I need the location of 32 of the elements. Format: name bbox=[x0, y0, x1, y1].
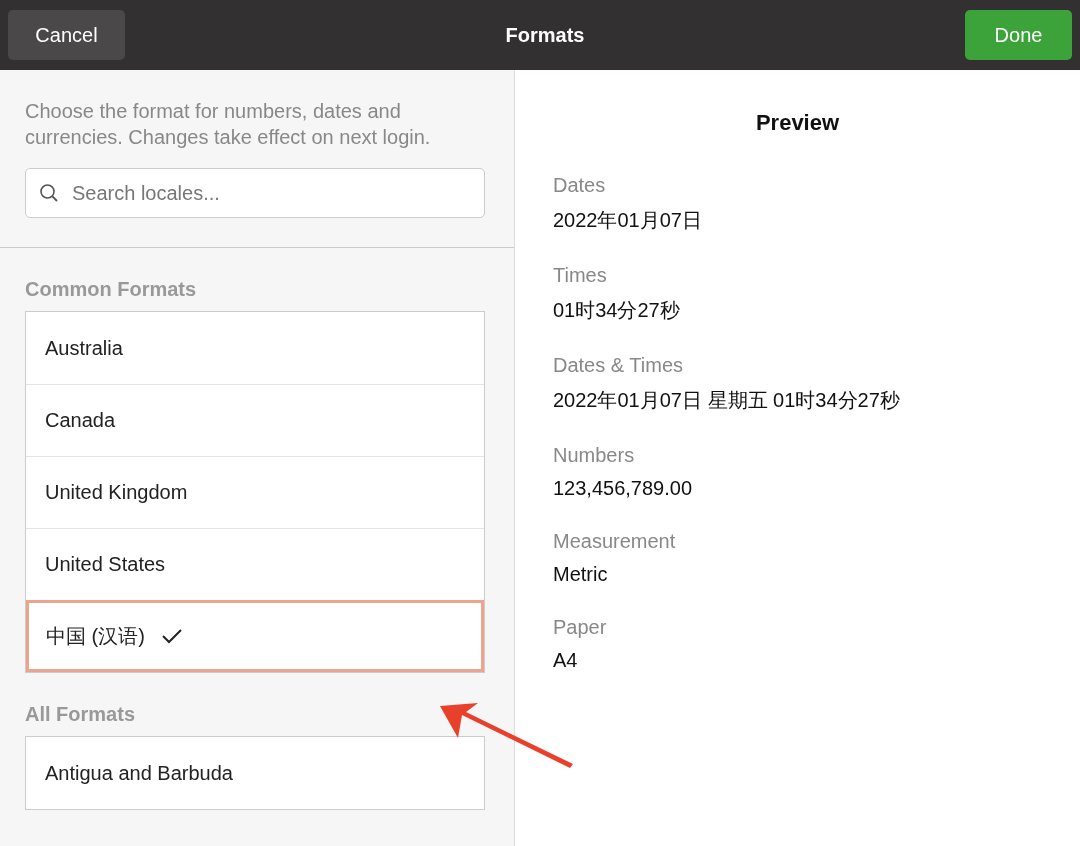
search-field[interactable]: Search locales... bbox=[25, 168, 485, 218]
preview-value: 2022年01月07日 星期五 01时34分27秒 bbox=[553, 388, 901, 413]
locale-item[interactable]: Antigua and Barbuda bbox=[26, 737, 484, 809]
preview-label: Dates bbox=[553, 174, 607, 197]
locale-name: Antigua and Barbuda bbox=[45, 761, 233, 785]
preview-value: 2022年01月07日 bbox=[553, 208, 703, 233]
locale-item[interactable]: United States bbox=[26, 528, 484, 600]
preview-value: 123,456,789.00 bbox=[553, 477, 694, 500]
preview-value: Metric bbox=[553, 563, 609, 586]
locale-name: United Kingdom bbox=[45, 481, 188, 504]
preview-label: Measurement bbox=[553, 530, 677, 553]
preview-label: Times bbox=[553, 264, 608, 287]
locale-item[interactable]: Australia bbox=[26, 312, 484, 384]
preview-title: Preview bbox=[754, 110, 841, 136]
locale-name: Australia bbox=[45, 336, 123, 360]
preview-label: Numbers bbox=[553, 444, 636, 467]
preview-label: Dates & Times bbox=[553, 354, 685, 377]
locale-item[interactable]: United Kingdom bbox=[26, 456, 484, 528]
preview-label: Paper bbox=[553, 616, 608, 639]
checkmark-icon bbox=[160, 628, 183, 644]
window-title: Formats bbox=[505, 23, 585, 47]
locale-name: 中国 (汉语) bbox=[46, 623, 145, 649]
locale-name: United States bbox=[45, 553, 166, 576]
preview-value: A4 bbox=[553, 649, 579, 672]
locale-item[interactable]: 中国 (汉语) bbox=[26, 600, 484, 672]
description-text: Choose the format for numbers, dates and currencies. Changes take effect on next login. bbox=[25, 99, 432, 150]
section-heading: All Formats bbox=[25, 703, 137, 726]
preview-value: 01时34分27秒 bbox=[553, 298, 681, 323]
locale-item[interactable]: Canada bbox=[26, 384, 484, 456]
locale-name: Canada bbox=[45, 409, 116, 432]
cancel-button[interactable]: Cancel bbox=[8, 10, 125, 60]
section-heading: Common Formats bbox=[25, 278, 198, 301]
